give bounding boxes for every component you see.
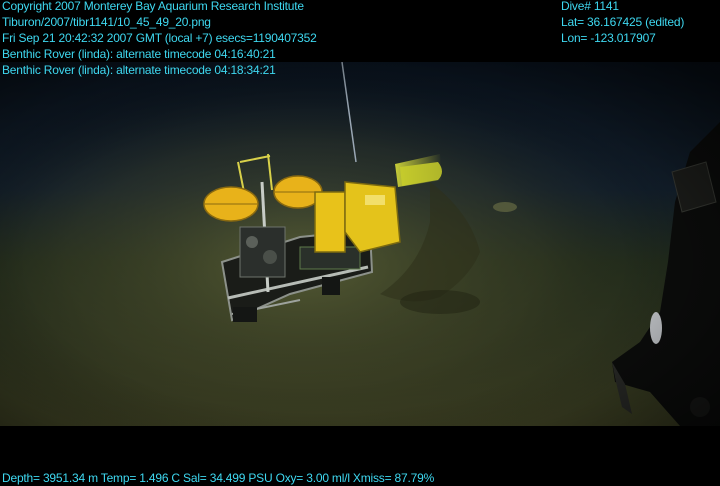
longitude-text: Lon= -123.017907 bbox=[561, 31, 656, 45]
timecode-2-text: Benthic Rover (linda): alternate timecod… bbox=[2, 63, 276, 77]
filename-text: Tiburon/2007/tibr1141/10_45_49_20.png bbox=[2, 15, 211, 29]
sensor-readout-text: Depth= 3951.34 m Temp= 1.496 C Sal= 34.4… bbox=[2, 471, 435, 485]
datetime-text: Fri Sep 21 20:42:32 2007 GMT (local +7) … bbox=[2, 31, 317, 45]
latitude-text: Lat= 36.167425 (edited) bbox=[561, 15, 685, 29]
copyright-text: Copyright 2007 Monterey Bay Aquarium Res… bbox=[2, 0, 304, 13]
dive-number-text: Dive# 1141 bbox=[561, 0, 619, 13]
timecode-1-text: Benthic Rover (linda): alternate timecod… bbox=[2, 47, 276, 61]
seafloor-scene bbox=[0, 62, 720, 426]
